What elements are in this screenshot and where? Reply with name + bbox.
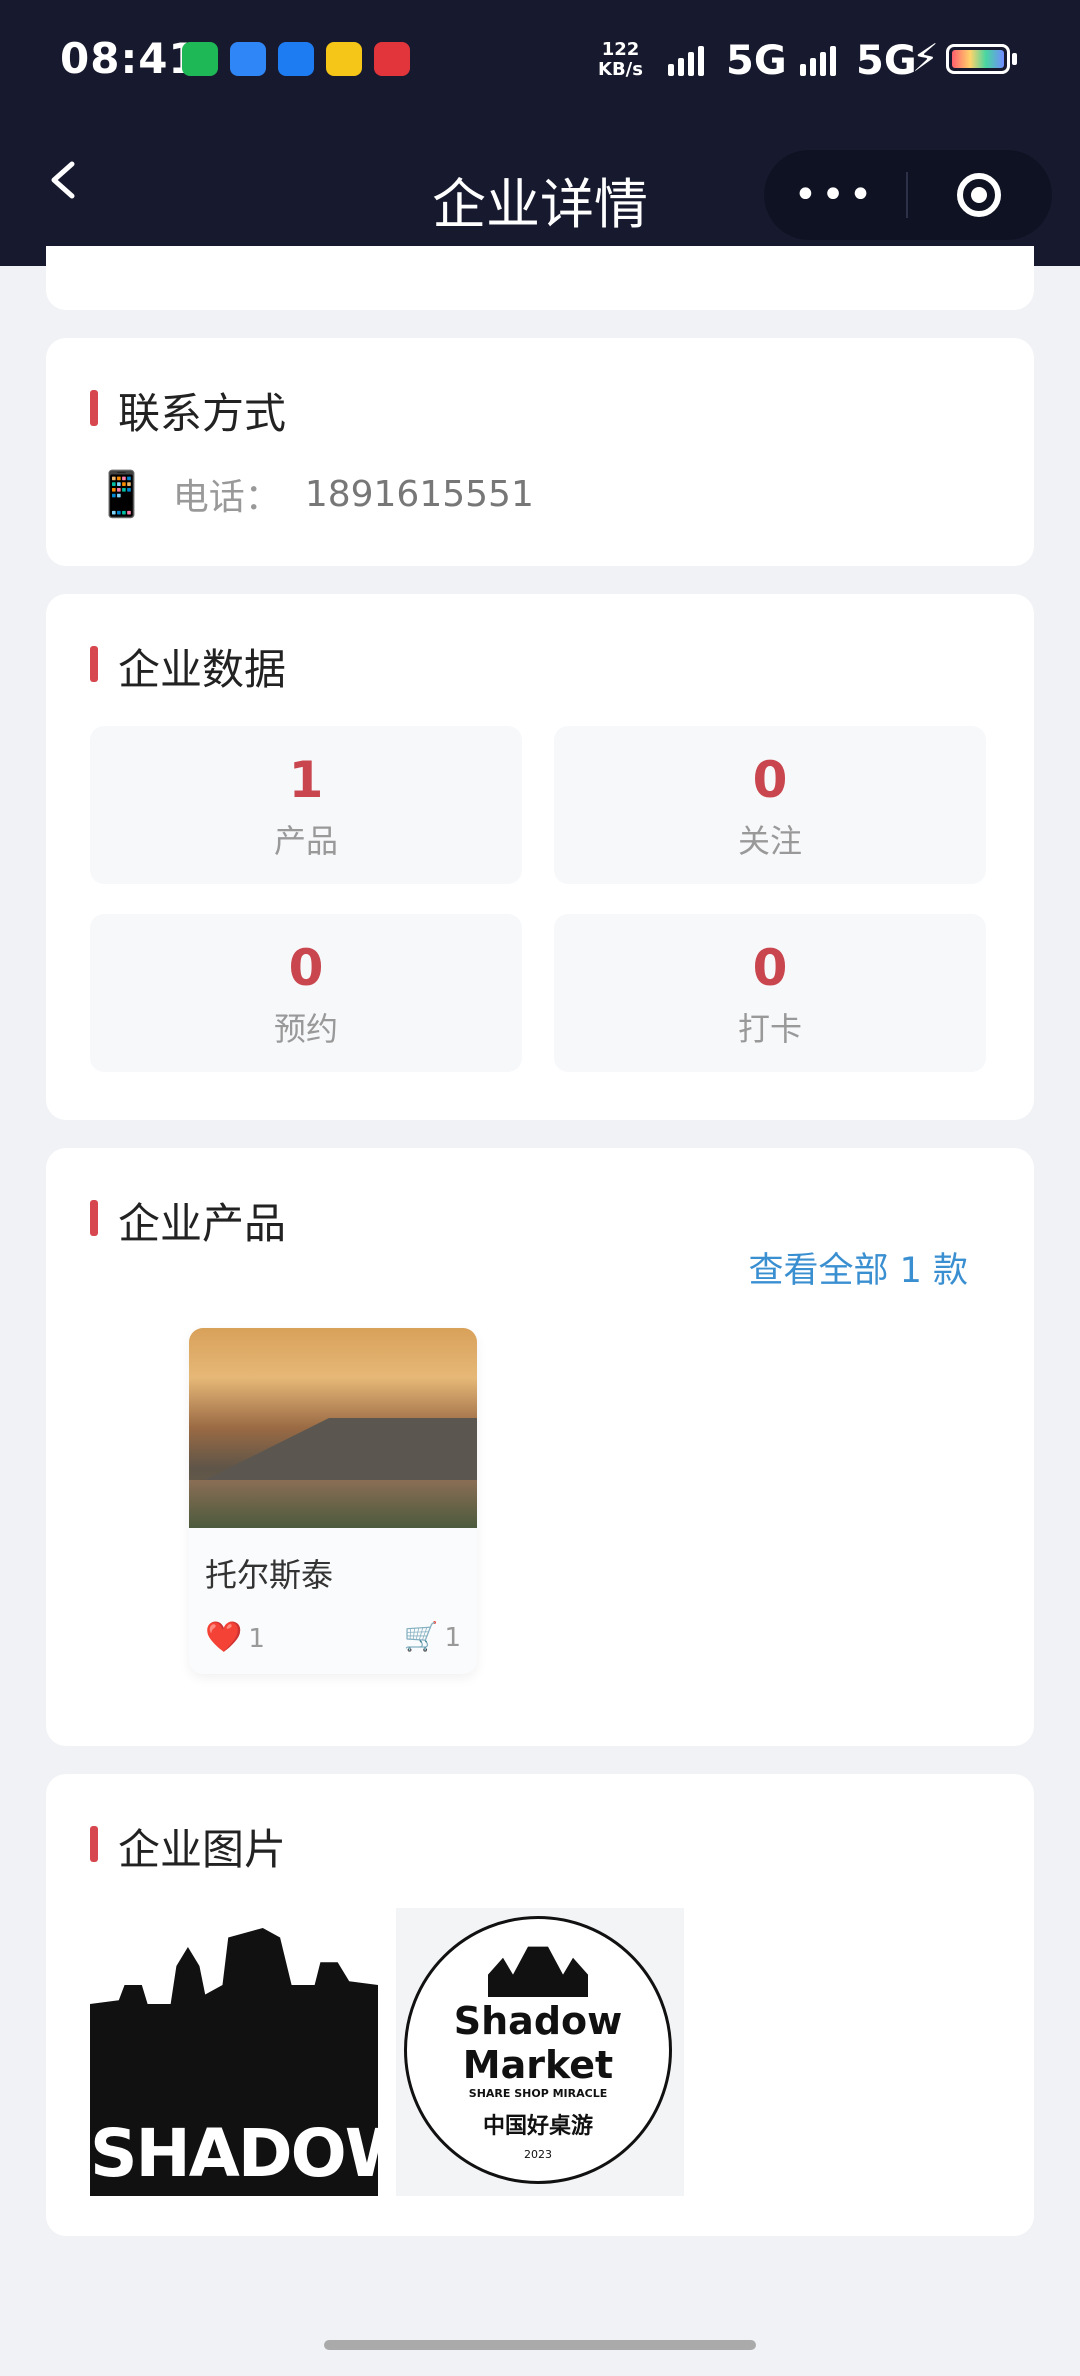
net-speed-value: 122 xyxy=(601,39,640,60)
likes-value: 1 xyxy=(248,1624,265,1654)
bank-app-icon xyxy=(374,42,410,76)
logo-line2: Market xyxy=(462,2043,614,2087)
phone-value[interactable]: 1891615551 xyxy=(305,474,534,515)
stats-title: 企业数据 xyxy=(90,636,286,697)
stat-follows[interactable]: 0 关注 xyxy=(554,726,986,884)
stat-value: 0 xyxy=(752,751,788,809)
phone-icon: 📱 xyxy=(94,469,149,520)
stat-value: 0 xyxy=(752,939,788,997)
stat-label: 关注 xyxy=(737,822,802,860)
cart-value: 1 xyxy=(444,1623,461,1653)
contact-title: 联系方式 xyxy=(90,380,286,441)
shadow-market-logo: Shadow Market SHARE SHOP MIRACLE 中国好桌游 2… xyxy=(404,1916,672,2184)
stat-checkins[interactable]: 0 打卡 xyxy=(554,914,986,1072)
products-title: 企业产品 xyxy=(90,1190,286,1251)
phone-row[interactable]: 📱 电话： 1891615551 xyxy=(94,468,534,520)
meeple-silhouette xyxy=(90,1928,378,2118)
home-indicator[interactable] xyxy=(324,2340,756,2350)
product-card[interactable]: 托尔斯泰 ❤️ 1 🛒 1 xyxy=(189,1328,477,1674)
charging-icon: ⚡ xyxy=(912,36,939,80)
stat-value: 1 xyxy=(288,751,324,809)
wechat-icon xyxy=(182,42,218,76)
logo-tagline: SHARE SHOP MIRACLE xyxy=(468,2087,608,2100)
contact-card: 联系方式 📱 电话： 1891615551 xyxy=(46,338,1034,566)
net-speed-unit: KB/s xyxy=(598,59,643,80)
stat-bookings[interactable]: 0 预约 xyxy=(90,914,522,1072)
like-count: ❤️ 1 xyxy=(205,1620,265,1655)
logo-year: 2023 xyxy=(524,2148,552,2161)
status-time: 08:41 xyxy=(60,34,199,83)
app-icon-yellow xyxy=(326,42,362,76)
gallery-image-shadow-market[interactable]: Shadow Market SHARE SHOP MIRACLE 中国好桌游 2… xyxy=(396,1908,684,2196)
signal-5g-label: 5G xyxy=(726,38,787,84)
stat-value: 0 xyxy=(288,939,324,997)
usb-icon xyxy=(278,42,314,76)
more-dots-icon[interactable]: ••• xyxy=(764,172,906,218)
message-app-icon xyxy=(230,42,266,76)
product-image xyxy=(189,1328,477,1528)
mini-program-capsule: ••• xyxy=(764,150,1052,240)
products-card: 企业产品 查看全部 1 款 托尔斯泰 ❤️ 1 🛒 1 xyxy=(46,1148,1034,1746)
gallery-card: 企业图片 SHADOW Shadow Market SHARE SHOP MIR… xyxy=(46,1774,1034,2236)
signal-5g-label-2: 5G xyxy=(856,38,917,84)
notification-icons xyxy=(182,42,410,76)
previous-card xyxy=(46,246,1034,310)
gallery-title: 企业图片 xyxy=(90,1816,286,1877)
battery-icon xyxy=(946,44,1010,74)
stats-card: 企业数据 1 产品 0 关注 0 预约 0 打卡 xyxy=(46,594,1034,1120)
stat-label: 打卡 xyxy=(737,1010,802,1048)
battery-tip xyxy=(1012,53,1017,65)
logo-cn: 中国好桌游 xyxy=(482,2114,593,2139)
heart-icon: ❤️ xyxy=(205,1620,243,1655)
target-circle-icon xyxy=(957,173,1001,217)
phone-label: 电话： xyxy=(172,477,281,518)
meeple-group-icon xyxy=(488,1946,588,1997)
close-target-button[interactable] xyxy=(908,173,1050,217)
signal-bars-icon-2 xyxy=(800,46,836,76)
product-stats: ❤️ 1 🛒 1 xyxy=(205,1620,461,1655)
logo-line1: Shadow xyxy=(453,1999,623,2043)
cart-icon: 🛒 xyxy=(403,1620,439,1653)
stat-products[interactable]: 1 产品 xyxy=(90,726,522,884)
top-bar: 08:41 122 KB/s 5G 5G ⚡ 企业详情 ••• xyxy=(0,0,1080,266)
cart-count: 🛒 1 xyxy=(404,1620,461,1655)
gallery-image-shadow-logo[interactable]: SHADOW xyxy=(90,1908,378,2196)
shadow-logo-word: SHADOW xyxy=(90,2112,378,2196)
signal-bars-icon xyxy=(668,46,704,76)
status-bar: 08:41 122 KB/s 5G 5G ⚡ xyxy=(0,0,1080,120)
stat-label: 产品 xyxy=(273,822,338,860)
net-speed: 122 KB/s xyxy=(598,40,643,80)
view-all-link[interactable]: 查看全部 1 款 xyxy=(748,1242,968,1293)
product-name: 托尔斯泰 xyxy=(205,1556,334,1594)
stat-label: 预约 xyxy=(273,1010,338,1048)
